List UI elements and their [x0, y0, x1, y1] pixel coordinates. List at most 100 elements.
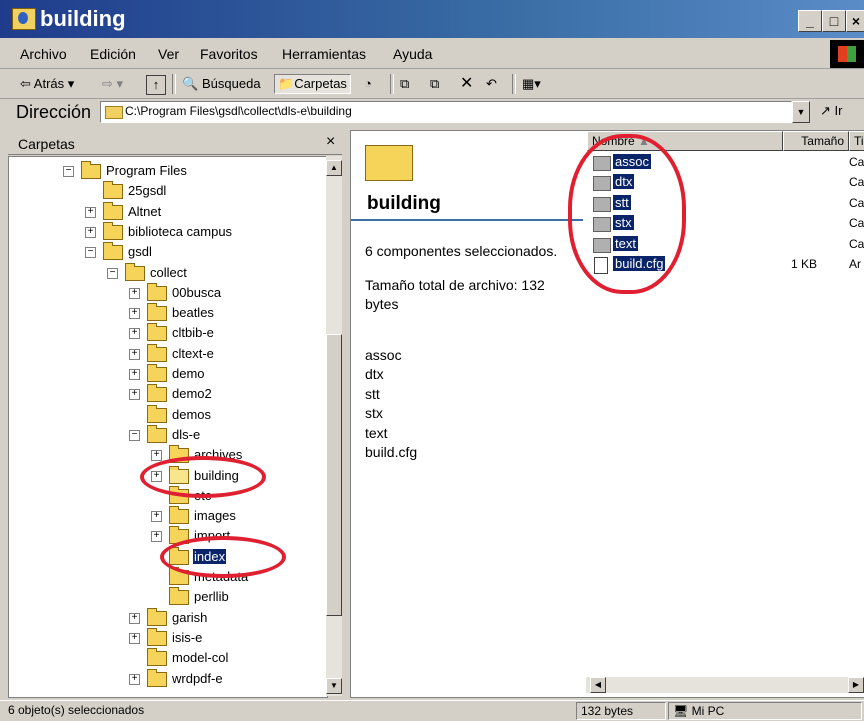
tree-item-biblioteca-campus[interactable]: + biblioteca campus: [9, 221, 319, 242]
folders-button[interactable]: 📁Carpetas: [274, 74, 351, 94]
tree-item-perllib[interactable]: perllib: [9, 587, 319, 607]
tree-item-label: garish: [172, 609, 208, 625]
title-bar[interactable]: [0, 0, 864, 38]
expand-icon[interactable]: +: [151, 511, 162, 523]
delete-icon[interactable]: ✕: [460, 75, 473, 93]
tree-item-cltext-e[interactable]: + cltext-e: [9, 343, 319, 364]
folder-tree[interactable]: − Program Files 25gsdl + Altnet + biblioteca c…: [8, 156, 328, 698]
tree-item-dls-e[interactable]: − dls-e: [9, 424, 319, 445]
expand-icon[interactable]: +: [129, 308, 140, 320]
collapse-icon[interactable]: −: [85, 247, 96, 259]
folder-tree-scrollbar[interactable]: ▲ ▼: [326, 156, 342, 696]
column-size[interactable]: Tamaño: [783, 131, 849, 151]
tree-item-metadata[interactable]: metadata: [9, 567, 319, 587]
menu-ayuda[interactable]: Ayuda: [393, 46, 432, 62]
tree-item-demo[interactable]: + demo: [9, 364, 319, 384]
address-dropdown-button[interactable]: ▼: [792, 101, 810, 123]
forward-button[interactable]: ⇨ ▾: [102, 75, 123, 93]
expand-icon[interactable]: +: [129, 673, 140, 685]
scroll-right-button[interactable]: ▶: [848, 677, 864, 693]
search-icon: 🔍: [182, 76, 199, 91]
folder-icon: [169, 506, 189, 525]
collapse-icon[interactable]: −: [129, 429, 140, 441]
views-icon[interactable]: ▦▾: [522, 75, 541, 93]
expand-icon[interactable]: +: [151, 450, 162, 462]
tree-item-demos[interactable]: demos: [9, 404, 319, 425]
scroll-left-button[interactable]: ◀: [590, 677, 606, 693]
tree-item-model-col[interactable]: model-col: [9, 648, 319, 668]
history-icon[interactable]: ◔: [364, 75, 372, 93]
tree-item-images[interactable]: + images: [9, 506, 319, 526]
collapse-icon[interactable]: −: [107, 267, 118, 279]
up-folder-icon[interactable]: ↑: [146, 75, 166, 95]
column-type[interactable]: Ti: [849, 131, 864, 151]
selected-item: text: [365, 424, 388, 441]
tree-item-altnet[interactable]: + Altnet: [9, 201, 319, 222]
tree-item-label: demo: [172, 366, 205, 381]
menu-favoritos[interactable]: Favoritos: [200, 46, 258, 62]
menu-ver[interactable]: Ver: [158, 46, 179, 62]
tree-item-isis-e[interactable]: + isis-e: [9, 627, 319, 648]
menu-herramientas[interactable]: Herramientas: [282, 46, 366, 62]
collapse-icon[interactable]: −: [63, 166, 74, 177]
tree-item-beatles[interactable]: + beatles: [9, 303, 319, 323]
expand-icon[interactable]: +: [129, 287, 140, 299]
tree-item-cltbib-e[interactable]: + cltbib-e: [9, 323, 319, 343]
minimize-button[interactable]: _: [798, 10, 822, 32]
tree-item-program-files[interactable]: − Program Files: [9, 161, 319, 181]
expand-icon[interactable]: +: [129, 389, 140, 401]
expand-icon[interactable]: +: [85, 206, 96, 218]
folder-banner-icon: [365, 145, 413, 181]
info-title: building: [367, 193, 441, 214]
maximize-button[interactable]: □: [822, 10, 846, 32]
tree-item-gsdl[interactable]: − gsdl: [9, 242, 319, 262]
menu-archivo[interactable]: Archivo: [20, 46, 67, 62]
tree-item-label: perllib: [194, 589, 229, 605]
back-button[interactable]: ⇦ Atrás ▾: [20, 75, 74, 93]
go-button[interactable]: ↗ Ir: [820, 103, 842, 119]
scroll-down-button[interactable]: ▼: [326, 678, 342, 694]
folders-pane-close-button[interactable]: ×: [326, 133, 335, 151]
address-label: Dirección: [16, 102, 92, 122]
tree-item-25gsdl[interactable]: 25gsdl: [9, 181, 319, 201]
go-label: Ir: [834, 103, 843, 118]
expand-icon[interactable]: +: [129, 612, 140, 624]
expand-icon[interactable]: +: [129, 328, 140, 340]
tree-item-00busca[interactable]: +00busca: [9, 282, 319, 303]
tree-item-label: Altnet: [128, 203, 162, 219]
folder-icon: [147, 627, 167, 646]
folder-icon: [147, 303, 167, 322]
window-title: building: [40, 6, 126, 31]
move-to-icon[interactable]: ⧉: [400, 75, 409, 93]
menu-edicion[interactable]: Edición: [90, 46, 136, 62]
tree-item-demo2[interactable]: + demo2: [9, 384, 319, 404]
scroll-up-button[interactable]: ▲: [326, 160, 342, 176]
expand-icon[interactable]: +: [129, 348, 140, 360]
address-input[interactable]: C:\Program Files\gsdl\collect\dls-e\buil…: [100, 101, 792, 123]
expand-icon[interactable]: +: [85, 226, 96, 238]
folder-icon: [105, 106, 123, 119]
toolbar-separator: [390, 74, 394, 94]
expand-icon[interactable]: +: [129, 632, 140, 644]
computer-icon: 🖥: [673, 704, 689, 718]
total-size-line-1: Tamaño total de archivo: 132: [365, 277, 545, 293]
tree-item-wrdpdf-e[interactable]: + wrdpdf-e: [9, 668, 319, 689]
expand-icon[interactable]: +: [129, 369, 140, 380]
close-button[interactable]: ×: [846, 10, 864, 32]
tree-item-garish[interactable]: + garish: [9, 607, 319, 628]
tree-item-label: model-col: [172, 650, 229, 666]
go-arrow-icon: ↗: [820, 103, 831, 118]
copy-to-icon[interactable]: ⧉: [430, 75, 439, 93]
expand-icon[interactable]: +: [151, 531, 162, 543]
scroll-thumb[interactable]: [326, 334, 342, 616]
selected-item: dtx: [365, 366, 384, 383]
tree-item-collect[interactable]: − collect: [9, 262, 319, 283]
content-horizontal-scrollbar[interactable]: ◀ ▶: [586, 677, 864, 693]
folder-icon: [147, 424, 167, 443]
folder-icon: [169, 587, 189, 606]
selected-item: stx: [365, 405, 383, 422]
search-button[interactable]: Búsqueda: [202, 75, 261, 93]
undo-icon[interactable]: ↶: [486, 75, 497, 93]
folder-icon: [81, 161, 101, 179]
tree-item-label: wrdpdf-e: [172, 670, 223, 686]
